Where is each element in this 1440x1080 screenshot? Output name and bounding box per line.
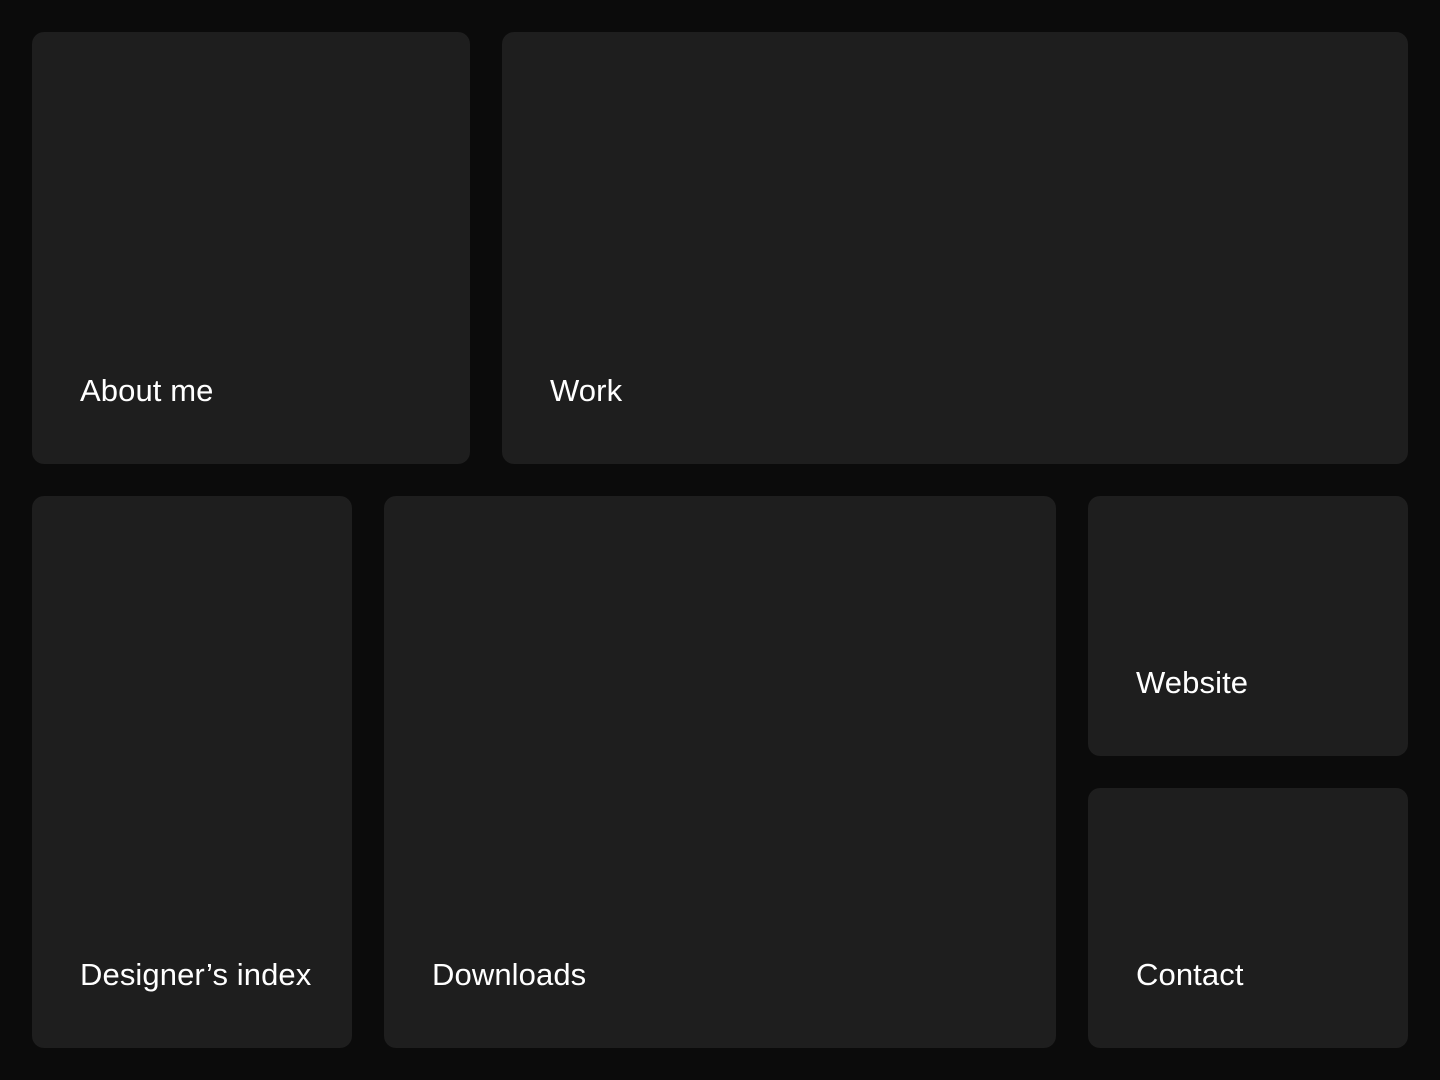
about-me-tile[interactable]: About me	[32, 32, 470, 464]
downloads-label: Downloads	[432, 957, 587, 992]
downloads-tile[interactable]: Downloads	[384, 496, 1056, 1048]
website-label: Website	[1136, 665, 1249, 700]
designers-index-label: Designer’s index	[80, 957, 312, 992]
work-label: Work	[550, 373, 623, 408]
contact-label: Contact	[1136, 957, 1244, 992]
website-tile[interactable]: Website	[1088, 496, 1408, 756]
work-tile[interactable]: Work	[502, 32, 1408, 464]
designers-index-tile[interactable]: Designer’s index	[32, 496, 352, 1048]
contact-tile[interactable]: Contact	[1088, 788, 1408, 1048]
about-me-label: About me	[80, 373, 214, 408]
